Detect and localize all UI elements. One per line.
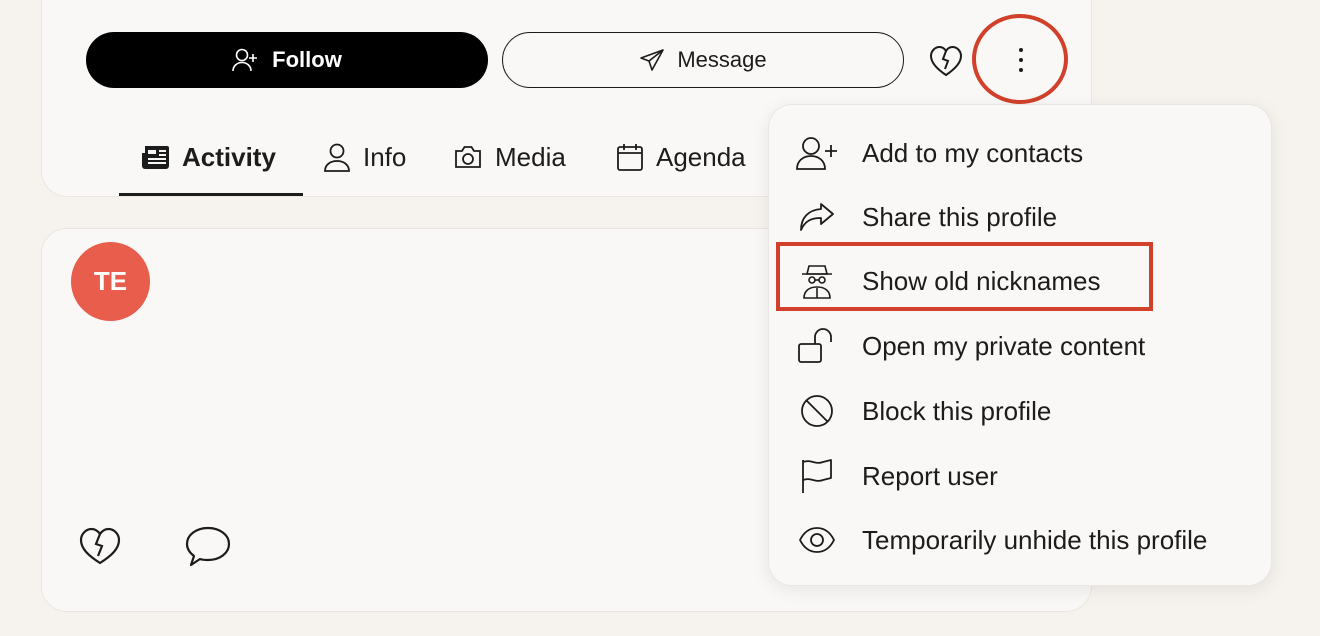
calendar-icon [617,144,643,171]
annotation-circle [972,14,1068,104]
avatar[interactable]: TE [71,242,150,321]
tab-label: Media [495,141,566,172]
flag-icon [802,459,832,493]
comment-icon[interactable] [184,524,232,568]
tab-label: Activity [182,141,276,172]
menu-item-share[interactable]: Share this profile [769,185,1273,249]
tab-agenda[interactable]: Agenda [616,125,746,189]
block-icon [801,395,833,427]
message-button[interactable]: Message [502,32,904,88]
heart-icon[interactable] [78,526,122,566]
annotation-highlight-box [776,242,1153,311]
menu-item-add-contacts[interactable]: Add to my contacts [769,121,1273,185]
menu-item-unhide[interactable]: Temporarily unhide this profile [769,508,1273,572]
camera-icon [455,146,481,168]
follow-label: Follow [272,47,342,72]
menu-item-label: Add to my contacts [862,137,1084,168]
menu-item-report[interactable]: Report user [769,444,1273,508]
message-label: Message [677,47,767,72]
tab-info[interactable]: Info [323,125,406,189]
tab-activity[interactable]: Activity [140,125,276,189]
menu-item-label: Temporarily unhide this profile [862,524,1208,555]
active-tab-indicator [119,193,303,196]
tab-media[interactable]: Media [453,125,566,189]
user-icon [324,143,350,172]
menu-item-label: Open my private content [862,330,1146,361]
eye-icon [798,527,836,553]
menu-item-label: Block this profile [862,395,1052,426]
send-icon [640,49,665,71]
follow-button[interactable]: Follow [86,32,488,88]
menu-item-label: Share this profile [862,201,1058,232]
heart-icon[interactable] [928,44,964,78]
tab-label: Info [363,141,407,172]
unlock-icon [798,328,832,363]
menu-item-label: Report user [862,460,998,491]
tab-label: Agenda [656,141,746,172]
newspaper-icon [142,146,169,169]
share-icon [800,203,834,231]
menu-item-private-content[interactable]: Open my private content [769,314,1273,378]
user-plus-icon [232,48,258,72]
menu-item-block[interactable]: Block this profile [769,379,1273,443]
profile-options-menu: Add to my contacts Share this profile Sh… [768,104,1272,586]
user-plus-icon [796,137,837,170]
